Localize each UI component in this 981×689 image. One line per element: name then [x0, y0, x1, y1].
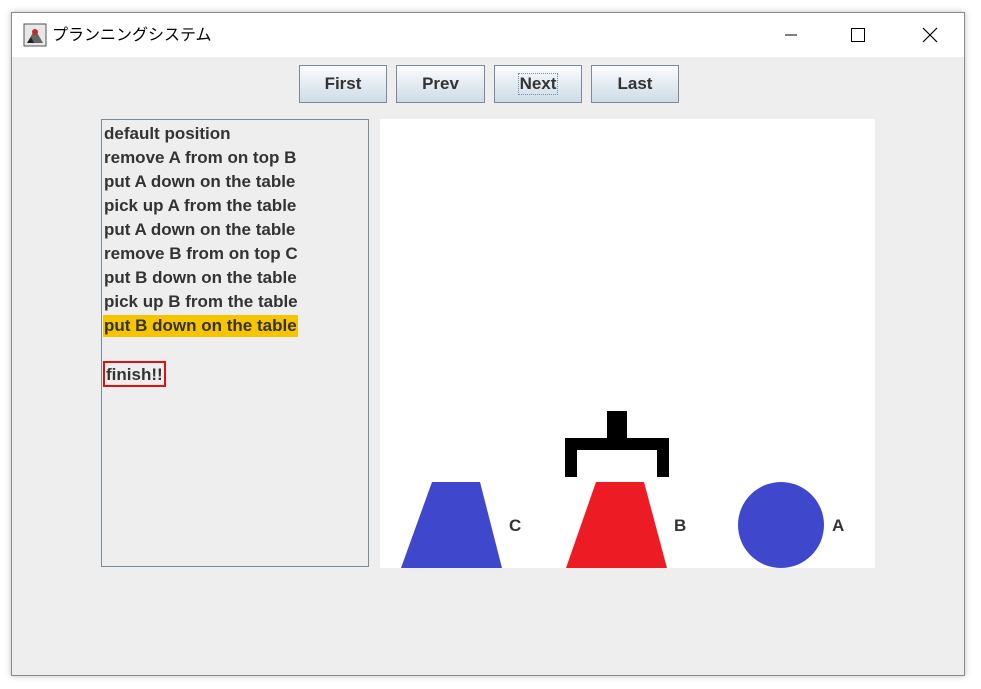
blocks-world-canvas: C B A: [380, 119, 875, 568]
block-c: [401, 482, 502, 568]
first-button[interactable]: First: [299, 65, 387, 103]
step-item[interactable]: put A down on the table: [103, 219, 296, 241]
step-item[interactable]: pick up B from the table: [103, 291, 299, 313]
block-b: [566, 482, 667, 568]
step-item[interactable]: remove A from on top B: [103, 147, 297, 169]
minimize-icon: [785, 34, 797, 36]
block-b-label: B: [674, 516, 687, 535]
maximize-button[interactable]: [835, 13, 881, 57]
maximize-icon: [851, 28, 865, 42]
gripper-icon: [565, 411, 669, 477]
title-bar: プランニングシステム: [12, 13, 964, 57]
minimize-button[interactable]: [768, 13, 814, 57]
step-item[interactable]: put B down on the table: [103, 267, 298, 289]
next-button-label: Next: [517, 73, 559, 95]
close-icon: [922, 27, 938, 43]
step-item[interactable]: remove B from on top C: [103, 243, 299, 265]
window-title: プランニングシステム: [52, 25, 212, 44]
prev-button[interactable]: Prev: [396, 65, 485, 103]
finish-label: finish!!: [103, 361, 166, 387]
block-a-label: A: [832, 516, 845, 535]
last-button[interactable]: Last: [591, 65, 679, 103]
java-app-icon: [23, 23, 47, 47]
step-item[interactable]: pick up A from the table: [103, 195, 297, 217]
block-c-label: C: [509, 516, 522, 535]
steps-list[interactable]: default position remove A from on top B …: [101, 119, 369, 567]
next-button[interactable]: Next: [494, 65, 582, 103]
scene-drawing: [401, 411, 824, 568]
block-a: [738, 482, 824, 568]
close-button[interactable]: [907, 13, 953, 57]
step-item-selected[interactable]: put B down on the table: [103, 315, 298, 337]
app-window: プランニングシステム First Prev Next Last default …: [11, 12, 965, 676]
step-item[interactable]: put A down on the table: [103, 171, 296, 193]
step-item[interactable]: default position: [103, 123, 232, 145]
